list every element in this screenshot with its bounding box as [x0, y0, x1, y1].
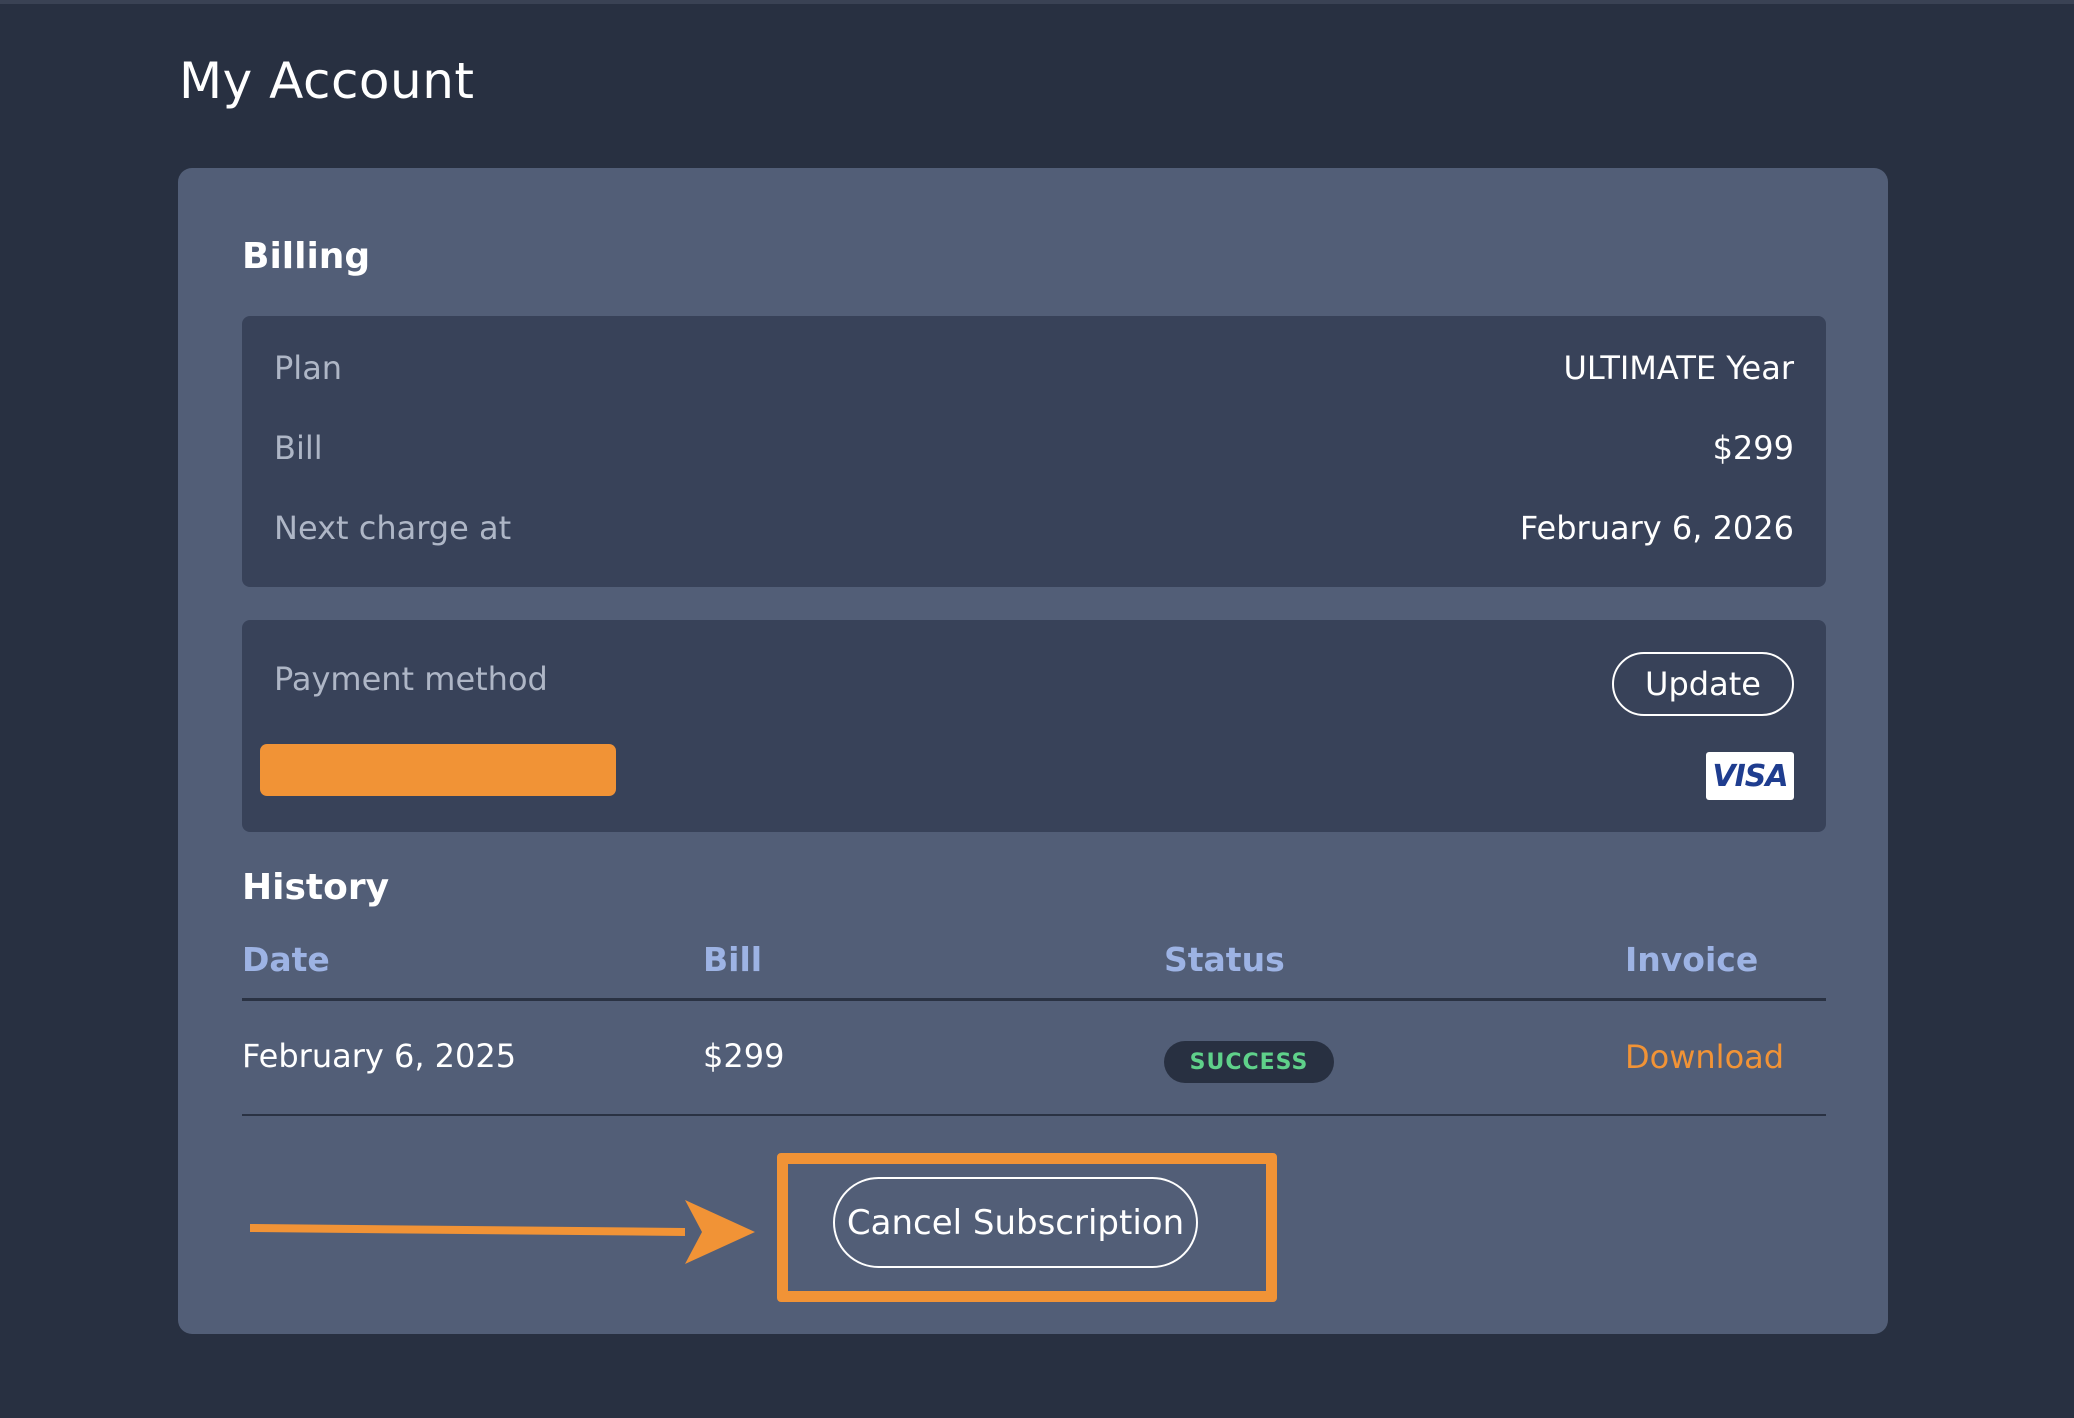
card-number-redaction — [260, 744, 616, 796]
column-header-invoice: Invoice — [1625, 940, 1759, 979]
table-header: Date Bill Status Invoice — [242, 938, 1826, 1001]
visa-card-icon: VISA — [1706, 752, 1794, 800]
plan-details-panel: Plan ULTIMATE Year Bill $299 Next charge… — [242, 316, 1826, 587]
history-heading: History — [242, 867, 390, 908]
status-badge: SUCCESS — [1164, 1041, 1334, 1083]
bill-value: $299 — [1712, 429, 1794, 467]
plan-row: Plan ULTIMATE Year — [274, 343, 1794, 393]
table-row: February 6, 2025 $299 SUCCESS Download — [242, 1001, 1826, 1116]
top-border — [0, 0, 2074, 4]
account-card: Billing Plan ULTIMATE Year Bill $299 Nex… — [178, 168, 1888, 1334]
payment-method-panel: Payment method Update VISA — [242, 620, 1826, 832]
column-header-date: Date — [242, 940, 330, 979]
next-charge-row: Next charge at February 6, 2026 — [274, 503, 1794, 553]
page-title: My Account — [179, 52, 475, 110]
history-table: Date Bill Status Invoice February 6, 202… — [242, 938, 1826, 1116]
plan-value: ULTIMATE Year — [1563, 349, 1794, 387]
update-payment-button[interactable]: Update — [1612, 652, 1794, 716]
bill-label: Bill — [274, 429, 323, 467]
download-invoice-link[interactable]: Download — [1625, 1038, 1784, 1076]
row-date: February 6, 2025 — [242, 1037, 517, 1075]
column-header-status: Status — [1164, 940, 1285, 979]
next-charge-value: February 6, 2026 — [1519, 509, 1794, 547]
billing-heading: Billing — [242, 236, 371, 277]
cancel-subscription-button[interactable]: Cancel Subscription — [833, 1177, 1198, 1268]
row-bill: $299 — [703, 1037, 785, 1075]
bill-row: Bill $299 — [274, 423, 1794, 473]
column-header-bill: Bill — [703, 940, 763, 979]
plan-label: Plan — [274, 349, 343, 387]
payment-method-label: Payment method — [274, 660, 548, 698]
next-charge-label: Next charge at — [274, 509, 512, 547]
